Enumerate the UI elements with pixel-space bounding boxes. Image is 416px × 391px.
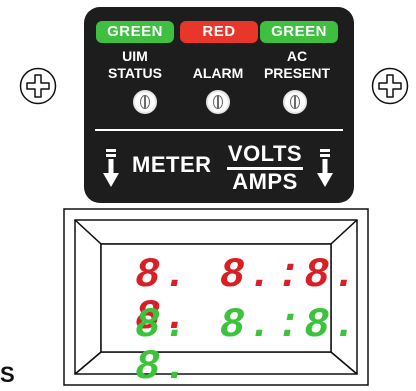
down-arrow-right-icon[interactable]: [317, 149, 333, 189]
panel-divider: [95, 129, 343, 131]
ac-present-label-line1: AC: [286, 48, 308, 64]
amps-label: AMPS: [232, 169, 298, 194]
uim-status-label: UIM STATUS: [95, 48, 175, 82]
left-screw-icon: [19, 67, 57, 105]
ac-present-label-line2: PRESENT: [263, 65, 331, 81]
meter-label: METER: [132, 152, 212, 177]
uim-status-indicator: GREEN: [96, 21, 174, 43]
alarm-knob[interactable]: [206, 90, 230, 114]
ac-present-indicator: GREEN: [260, 21, 338, 43]
alarm-label-line1: [178, 48, 258, 65]
right-screw-icon: [371, 67, 409, 105]
volts-label: VOLTS: [227, 141, 303, 166]
uim-status-label-line2: STATUS: [108, 65, 162, 81]
uim-status-label-line1: UIM: [122, 48, 148, 64]
alarm-label-line2: ALARM: [192, 65, 244, 81]
ac-present-label: AC PRESENT: [254, 48, 340, 82]
edge-text-fragment: S: [0, 362, 15, 387]
alarm-indicator: RED: [180, 21, 258, 43]
alarm-label: ALARM: [178, 48, 258, 82]
uim-status-knob[interactable]: [133, 90, 157, 114]
led-readout-bottom: 8. 8.:8. 8.: [135, 301, 361, 391]
down-arrow-left-icon[interactable]: [103, 149, 119, 189]
ac-present-knob[interactable]: [283, 90, 307, 114]
